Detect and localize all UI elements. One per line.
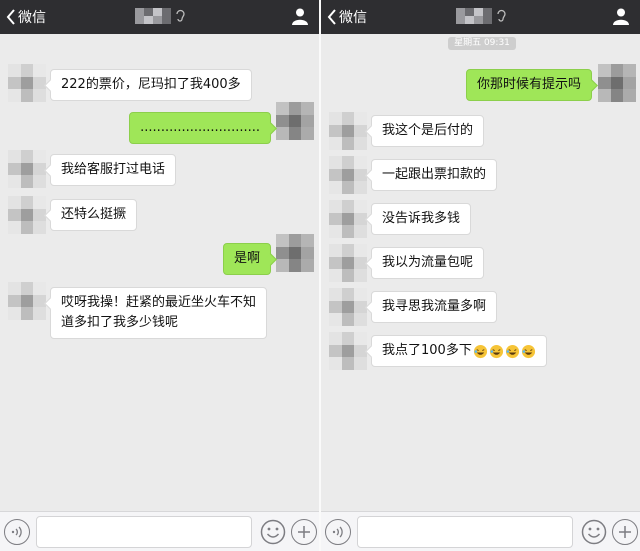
- ear-icon: [175, 9, 185, 22]
- back-button[interactable]: 微信: [6, 7, 46, 27]
- message-text: 222的票价，尼玛扣了我400多: [61, 77, 241, 92]
- voice-icon: [11, 526, 22, 538]
- chat-panel-left: 微信 222的票价，尼玛扣了我400多 ....................…: [0, 0, 319, 551]
- plus-button[interactable]: [291, 519, 317, 545]
- message-bubble[interactable]: 哎呀我操！赶紧的最近坐火车不知 道多扣了我多少钱呢: [50, 287, 268, 339]
- voice-button[interactable]: [325, 519, 351, 545]
- message-bubble[interactable]: 我寻思我流量多啊: [371, 291, 498, 323]
- back-chevron-icon: [6, 9, 15, 25]
- message-bubble[interactable]: 我点了100多下: [371, 335, 547, 367]
- contact-name-blurred: [455, 8, 506, 24]
- contact-avatar[interactable]: [329, 156, 367, 194]
- nav-bar: 微信: [0, 0, 319, 34]
- message-text: 我点了100多下: [382, 343, 472, 358]
- message-bubble-sent[interactable]: .............................: [129, 112, 271, 144]
- message-text: 没告诉我多钱: [382, 211, 461, 226]
- input-bar: [0, 511, 319, 551]
- contact-avatar[interactable]: [329, 332, 367, 370]
- message-input[interactable]: [357, 516, 573, 548]
- chat-panel-right: 微信 星期五 09:31 你那时候有提示吗 我这个是后付的 一起跟出票扣款的 没…: [321, 0, 640, 551]
- laughing-emoji-icon: [489, 344, 503, 358]
- message-bubble-sent[interactable]: 是啊: [222, 243, 271, 275]
- my-avatar[interactable]: [276, 234, 314, 272]
- message-bubble-sent[interactable]: 你那时候有提示吗: [465, 69, 592, 101]
- message-bubble[interactable]: 222的票价，尼玛扣了我400多: [50, 69, 252, 101]
- emoji-group: [473, 344, 536, 359]
- laughing-emoji-icon: [521, 344, 535, 358]
- contact-avatar[interactable]: [8, 282, 46, 320]
- message-text: .............................: [140, 120, 260, 135]
- message-text: 我给客服打过电话: [61, 162, 166, 177]
- person-icon[interactable]: [612, 7, 630, 25]
- plus-button[interactable]: [612, 519, 638, 545]
- message-bubble[interactable]: 还特么挺撅: [50, 199, 138, 231]
- voice-button[interactable]: [4, 519, 30, 545]
- back-chevron-icon: [327, 9, 336, 25]
- blurred-name: [455, 8, 492, 24]
- emoji-icon[interactable]: [581, 519, 607, 545]
- person-icon[interactable]: [291, 7, 309, 25]
- my-avatar[interactable]: [276, 102, 314, 140]
- plus-icon: [619, 526, 631, 538]
- laughing-emoji-icon: [473, 344, 487, 358]
- contact-avatar[interactable]: [329, 200, 367, 238]
- message-bubble[interactable]: 我给客服打过电话: [50, 154, 177, 186]
- message-text: 一起跟出票扣款的: [382, 167, 487, 182]
- ear-icon: [496, 9, 506, 22]
- plus-icon: [298, 526, 310, 538]
- emoji-icon[interactable]: [260, 519, 286, 545]
- message-text: 我这个是后付的: [382, 123, 474, 138]
- message-text: 还特么挺撅: [61, 207, 127, 222]
- contact-avatar[interactable]: [329, 244, 367, 282]
- message-text: 你那时候有提示吗: [476, 77, 581, 92]
- contact-avatar[interactable]: [329, 288, 367, 326]
- message-text-line-2: 道多扣了我多少钱呢: [61, 315, 179, 330]
- message-text-line-1: 哎呀我操！赶紧的最近坐火车不知: [61, 295, 257, 310]
- back-label: 微信: [339, 10, 367, 26]
- contact-avatar[interactable]: [8, 150, 46, 188]
- voice-icon: [332, 526, 343, 538]
- message-input[interactable]: [36, 516, 252, 548]
- contact-name-blurred: [134, 8, 185, 24]
- contact-avatar[interactable]: [329, 112, 367, 150]
- timestamp-badge: 星期五 09:31: [448, 37, 516, 50]
- message-bubble[interactable]: 一起跟出票扣款的: [371, 159, 498, 191]
- message-text: 我寻思我流量多啊: [382, 299, 487, 314]
- message-text: 是啊: [233, 251, 260, 266]
- message-bubble[interactable]: 我以为流量包呢: [371, 247, 485, 279]
- nav-bar: 微信: [321, 0, 640, 34]
- input-bar: [321, 511, 640, 551]
- back-button[interactable]: 微信: [327, 7, 367, 27]
- message-text: 我以为流量包呢: [382, 255, 474, 270]
- laughing-emoji-icon: [505, 344, 519, 358]
- back-label: 微信: [18, 10, 46, 26]
- my-avatar[interactable]: [598, 64, 636, 102]
- message-bubble[interactable]: 没告诉我多钱: [371, 203, 472, 235]
- contact-avatar[interactable]: [8, 64, 46, 102]
- message-bubble[interactable]: 我这个是后付的: [371, 115, 485, 147]
- contact-avatar[interactable]: [8, 196, 46, 234]
- blurred-name: [134, 8, 171, 24]
